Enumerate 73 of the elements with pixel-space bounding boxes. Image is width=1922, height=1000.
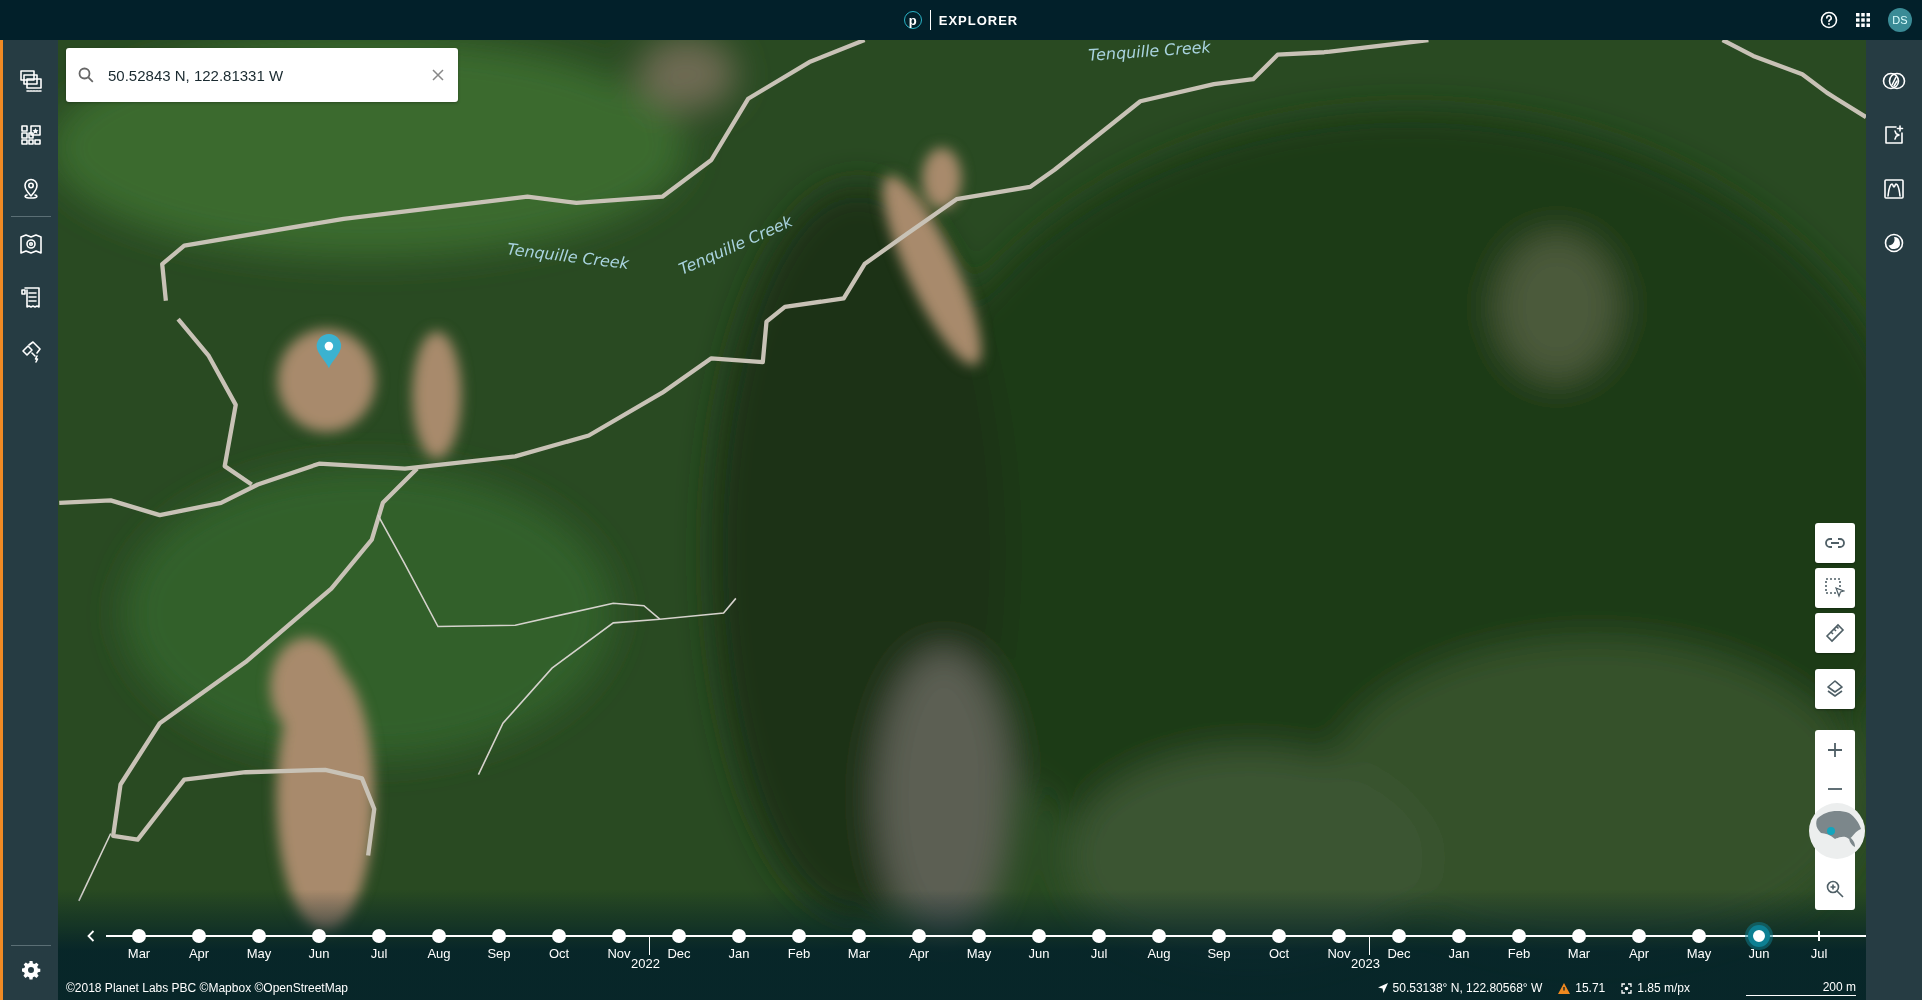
month-label: Nov bbox=[607, 946, 631, 961]
month-label: Nov bbox=[1327, 946, 1351, 961]
half-moon-circle-icon[interactable] bbox=[1884, 233, 1904, 253]
year-label: 2022 bbox=[631, 956, 660, 971]
apps-grid-icon[interactable] bbox=[1856, 13, 1870, 27]
measure-button[interactable] bbox=[1815, 613, 1855, 653]
month-label: Oct bbox=[548, 946, 570, 961]
navigation-arrow-icon bbox=[1377, 983, 1388, 993]
month-label: Jun bbox=[308, 946, 330, 961]
app-title: EXPLORER bbox=[938, 12, 1019, 28]
warning-value: 15.71 bbox=[1575, 981, 1606, 995]
month-label: Apr bbox=[908, 946, 930, 961]
trail bbox=[78, 832, 112, 902]
location-marker-icon[interactable] bbox=[316, 333, 342, 369]
month-label: Apr bbox=[188, 946, 210, 961]
chart-frame-icon[interactable] bbox=[1884, 179, 1904, 199]
layers-button[interactable] bbox=[1815, 669, 1855, 709]
document-list-icon[interactable] bbox=[20, 287, 41, 309]
month-label: Mar bbox=[847, 946, 871, 961]
month-label: Sep bbox=[487, 946, 511, 961]
month-label: Apr bbox=[1628, 946, 1650, 961]
month-label: Jan bbox=[1448, 946, 1470, 961]
month-label: Aug bbox=[427, 946, 451, 961]
month-label: Dec bbox=[667, 946, 691, 961]
month-label: Feb bbox=[787, 946, 811, 961]
link-button[interactable] bbox=[1815, 523, 1855, 563]
month-label: Oct bbox=[1268, 946, 1290, 961]
compare-circles-icon[interactable] bbox=[1882, 71, 1906, 91]
minus-icon bbox=[1827, 787, 1843, 791]
month-label: Aug bbox=[1147, 946, 1171, 961]
month-label: Sep bbox=[1207, 946, 1231, 961]
settings-icon[interactable] bbox=[20, 960, 41, 980]
month-label: Jul bbox=[370, 946, 388, 961]
month-label: Mar bbox=[1567, 946, 1591, 961]
globe-minimap[interactable] bbox=[1809, 803, 1865, 859]
grid-star-icon[interactable] bbox=[20, 125, 41, 145]
help-icon[interactable] bbox=[1820, 11, 1838, 29]
layers-icon bbox=[1825, 679, 1845, 699]
month-label: Feb bbox=[1507, 946, 1531, 961]
zoom-in-magnifier-icon bbox=[1826, 880, 1844, 898]
month-label: Jul bbox=[1090, 946, 1108, 961]
search-field[interactable]: 50.52843 N, 122.81331 W bbox=[108, 66, 418, 84]
stacked-screens-icon[interactable] bbox=[19, 70, 42, 92]
link-icon bbox=[1825, 538, 1845, 548]
month-label: Jun bbox=[1748, 946, 1770, 961]
month-label: Jul bbox=[1810, 946, 1828, 961]
search-icon bbox=[78, 67, 94, 83]
chevron-left-icon[interactable] bbox=[87, 930, 95, 942]
map-attribution: ©2018 Planet Labs PBC ©Mapbox ©OpenStreetMap bbox=[66, 981, 349, 995]
cursor-coordinates: 50.53138° N, 122.80568° W bbox=[1392, 981, 1543, 995]
warning-icon bbox=[1558, 982, 1571, 994]
creek-label: Tenquille Creek bbox=[1087, 40, 1212, 65]
close-icon[interactable] bbox=[432, 69, 444, 81]
satellite-icon[interactable] bbox=[19, 341, 42, 363]
month-label: Mar bbox=[127, 946, 151, 961]
map-pin-icon[interactable] bbox=[19, 234, 42, 254]
month-label: Jun bbox=[1028, 946, 1050, 961]
month-label: Dec bbox=[1387, 946, 1411, 961]
month-label: May bbox=[966, 946, 992, 961]
ruler-icon bbox=[1825, 623, 1845, 643]
sparkle-image-icon[interactable] bbox=[1884, 125, 1904, 145]
resolution-value: 1.85 m/px bbox=[1637, 981, 1690, 995]
area-select-button[interactable] bbox=[1815, 568, 1855, 608]
creek-label: Tenquille Creek bbox=[506, 239, 630, 274]
focus-frame-icon bbox=[1621, 982, 1633, 994]
user-avatar[interactable]: DS bbox=[1888, 8, 1912, 32]
month-label: May bbox=[246, 946, 272, 961]
dotted-select-cursor-icon bbox=[1825, 578, 1845, 598]
plus-icon bbox=[1827, 742, 1843, 758]
month-label: Jan bbox=[728, 946, 750, 961]
year-label: 2023 bbox=[1351, 956, 1380, 971]
month-label: May bbox=[1686, 946, 1712, 961]
scale-bar: 200 m bbox=[1746, 980, 1856, 996]
